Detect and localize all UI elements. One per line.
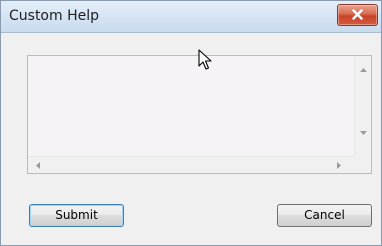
submit-button[interactable]: Submit xyxy=(29,204,124,227)
scroll-right-arrow-icon[interactable] xyxy=(337,162,341,169)
scroll-left-arrow-icon[interactable] xyxy=(36,162,40,169)
window-title: Custom Help xyxy=(9,8,100,24)
custom-help-dialog: Custom Help Submit Cancel xyxy=(0,0,382,246)
cancel-button[interactable]: Cancel xyxy=(277,204,372,227)
scroll-up-arrow-icon[interactable] xyxy=(360,68,367,72)
horizontal-scrollbar[interactable] xyxy=(28,156,354,173)
close-button[interactable] xyxy=(337,4,378,26)
help-text-area[interactable] xyxy=(27,55,372,174)
vertical-scrollbar[interactable] xyxy=(354,56,371,156)
title-bar[interactable]: Custom Help xyxy=(1,1,381,33)
scroll-down-arrow-icon[interactable] xyxy=(360,131,367,135)
scroll-corner xyxy=(354,156,371,173)
close-x-icon xyxy=(352,9,363,20)
